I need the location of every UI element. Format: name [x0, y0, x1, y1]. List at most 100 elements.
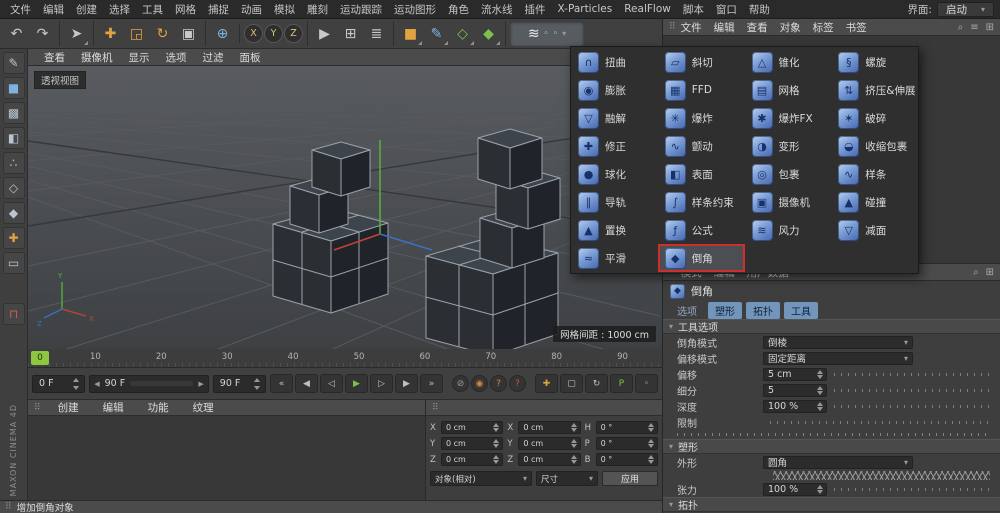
attribute-tab[interactable]: 拓扑	[746, 302, 780, 319]
deformer-menu-item[interactable]: ▽ 融解	[571, 104, 658, 132]
menu-item[interactable]: 编辑	[37, 0, 70, 18]
offset-mode-dropdown[interactable]: 固定距离 ▾	[763, 352, 913, 365]
attribute-tab[interactable]: 塑形	[708, 302, 742, 319]
transport-button[interactable]: ◁	[320, 374, 343, 393]
menu-item[interactable]: RealFlow	[618, 0, 677, 18]
coordinate-mode-select[interactable]: 对象(相对) ▾	[430, 471, 532, 486]
spinner-icon[interactable]	[816, 369, 824, 380]
menu-item[interactable]: 帮助	[743, 0, 776, 18]
record-button[interactable]: ◉	[471, 375, 488, 392]
deformer-menu-item[interactable]: ✚ 修正	[571, 132, 658, 160]
snap-button[interactable]: ⊓	[3, 303, 25, 325]
limit-control[interactable]	[770, 421, 992, 424]
deformer-menu-item[interactable]: ✱ 爆炸FX	[745, 104, 832, 132]
material-menu-item[interactable]: 纹理	[187, 400, 220, 415]
deformer-menu-item[interactable]: ◧ 表面	[658, 160, 745, 188]
mode-button[interactable]: ✚	[3, 227, 25, 249]
toolbar-button[interactable]: ◲	[124, 21, 149, 46]
coordinate-input[interactable]: 0 cm	[518, 453, 580, 466]
coordinate-input[interactable]: 0 cm	[441, 421, 503, 434]
search-icon[interactable]: ⌕	[958, 22, 964, 33]
mode-button[interactable]: ◧	[3, 127, 25, 149]
create-object-button[interactable]: ◆	[476, 21, 501, 46]
spinner-icon[interactable]	[492, 422, 500, 433]
transport-button[interactable]: »	[420, 374, 443, 393]
spinner-icon[interactable]	[492, 454, 500, 465]
axis-lock-button[interactable]: Y	[264, 24, 283, 43]
coordinate-input[interactable]: 0 °	[596, 453, 658, 466]
spinner-icon[interactable]	[816, 385, 824, 396]
render-button[interactable]: ⊞	[338, 21, 363, 46]
preview-range-slider[interactable]: ◀ 90 F ▶	[89, 375, 209, 393]
menu-item[interactable]: 流水线	[475, 0, 519, 18]
deformer-menu-item[interactable]: ▲ 碰撞	[831, 188, 918, 216]
spinner-icon[interactable]	[72, 377, 81, 391]
menu-item[interactable]: 模拟	[268, 0, 301, 18]
deformer-menu-item[interactable]: ✳ 爆炸	[658, 104, 745, 132]
menu-item[interactable]: 选择	[103, 0, 136, 18]
deformer-menu-item[interactable]: ≈ 平滑	[571, 244, 658, 272]
deformer-menu-item[interactable]: ◆ 倒角	[658, 244, 745, 272]
panel-handle-icon[interactable]: ⠿	[432, 403, 438, 413]
spinner-icon[interactable]	[253, 377, 262, 391]
spinner-icon[interactable]	[570, 422, 578, 433]
menu-item[interactable]: 网格	[169, 0, 202, 18]
spinner-icon[interactable]	[570, 438, 578, 449]
mode-button[interactable]: ∴	[3, 152, 25, 174]
object-menu-item[interactable]: 编辑	[708, 20, 741, 35]
deformer-menu-button[interactable]: ≋ ◦ ◦ ▾	[510, 21, 584, 46]
transport-button[interactable]: ◀	[295, 374, 318, 393]
menu-item[interactable]: 雕刻	[301, 0, 334, 18]
menu-item[interactable]: 窗口	[710, 0, 743, 18]
record-button[interactable]: ?	[509, 375, 526, 392]
coordinate-input[interactable]: 0 °	[596, 421, 658, 434]
timeline-ruler[interactable]: 0 102030405060708090	[28, 349, 662, 368]
viewport-canvas[interactable]: Y X Z 透视视图 网格间距 : 1000 cm	[28, 66, 662, 349]
render-button[interactable]: ≣	[364, 21, 389, 46]
current-frame-marker[interactable]: 0	[31, 351, 49, 365]
tension-input[interactable]: 100 %	[763, 483, 827, 496]
deformer-menu-item[interactable]: ▦ FFD	[658, 76, 745, 104]
viewport-menu-item[interactable]: 查看	[36, 50, 73, 65]
attribute-tab[interactable]: 选项	[670, 302, 704, 319]
mode-button[interactable]: ◇	[3, 177, 25, 199]
shape-dropdown[interactable]: 圆角 ▾	[763, 456, 913, 469]
toolbar-button[interactable]: ↻	[150, 21, 175, 46]
spinner-icon[interactable]	[570, 454, 578, 465]
menu-item[interactable]: X-Particles	[552, 0, 619, 18]
menu-item[interactable]: 捕捉	[202, 0, 235, 18]
render-button[interactable]: ▶	[312, 21, 337, 46]
attribute-tab[interactable]: 工具	[784, 302, 818, 319]
keyframe-toggle-button[interactable]: ◦	[635, 374, 658, 393]
spinner-icon[interactable]	[647, 454, 655, 465]
record-button[interactable]: ⊘	[452, 375, 469, 392]
transport-button[interactable]: «	[270, 374, 293, 393]
bevel-mode-dropdown[interactable]: 倒棱 ▾	[763, 336, 913, 349]
object-menu-item[interactable]: 标签	[807, 20, 840, 35]
deformer-menu-item[interactable]: ∩ 扭曲	[571, 48, 658, 76]
create-object-button[interactable]: ■	[398, 21, 423, 46]
offset-slider[interactable]	[834, 373, 992, 376]
spinner-icon[interactable]	[816, 401, 824, 412]
menu-item[interactable]: 动画	[235, 0, 268, 18]
object-menu-item[interactable]: 文件	[675, 20, 708, 35]
axis-lock-button[interactable]: Z	[284, 24, 303, 43]
keyframe-toggle-button[interactable]: ✚	[535, 374, 558, 393]
material-menu-item[interactable]: 功能	[142, 400, 175, 415]
panel-icon[interactable]: ⊞	[986, 22, 994, 33]
toolbar-button[interactable]: ➤	[64, 21, 89, 46]
viewport-menu-item[interactable]: 选项	[158, 50, 195, 65]
subdivision-input[interactable]: 5	[763, 384, 827, 397]
transport-button[interactable]: ▷	[370, 374, 393, 393]
deformer-menu-item[interactable]: ≋ 风力	[745, 216, 832, 244]
record-button[interactable]: ?	[490, 375, 507, 392]
keyframe-toggle-button[interactable]: P	[610, 374, 633, 393]
menu-item[interactable]: 工具	[136, 0, 169, 18]
deformer-menu-item[interactable]: ▤ 网格	[745, 76, 832, 104]
depth-slider[interactable]	[834, 405, 992, 408]
coordinate-input[interactable]: 0 cm	[518, 421, 580, 434]
mode-button[interactable]: ✎	[3, 52, 25, 74]
keyframe-toggle-button[interactable]: ▢	[560, 374, 583, 393]
end-frame-field[interactable]: 90 F	[213, 375, 266, 393]
section-header-shaping[interactable]: ▾ 塑形	[663, 439, 1000, 454]
